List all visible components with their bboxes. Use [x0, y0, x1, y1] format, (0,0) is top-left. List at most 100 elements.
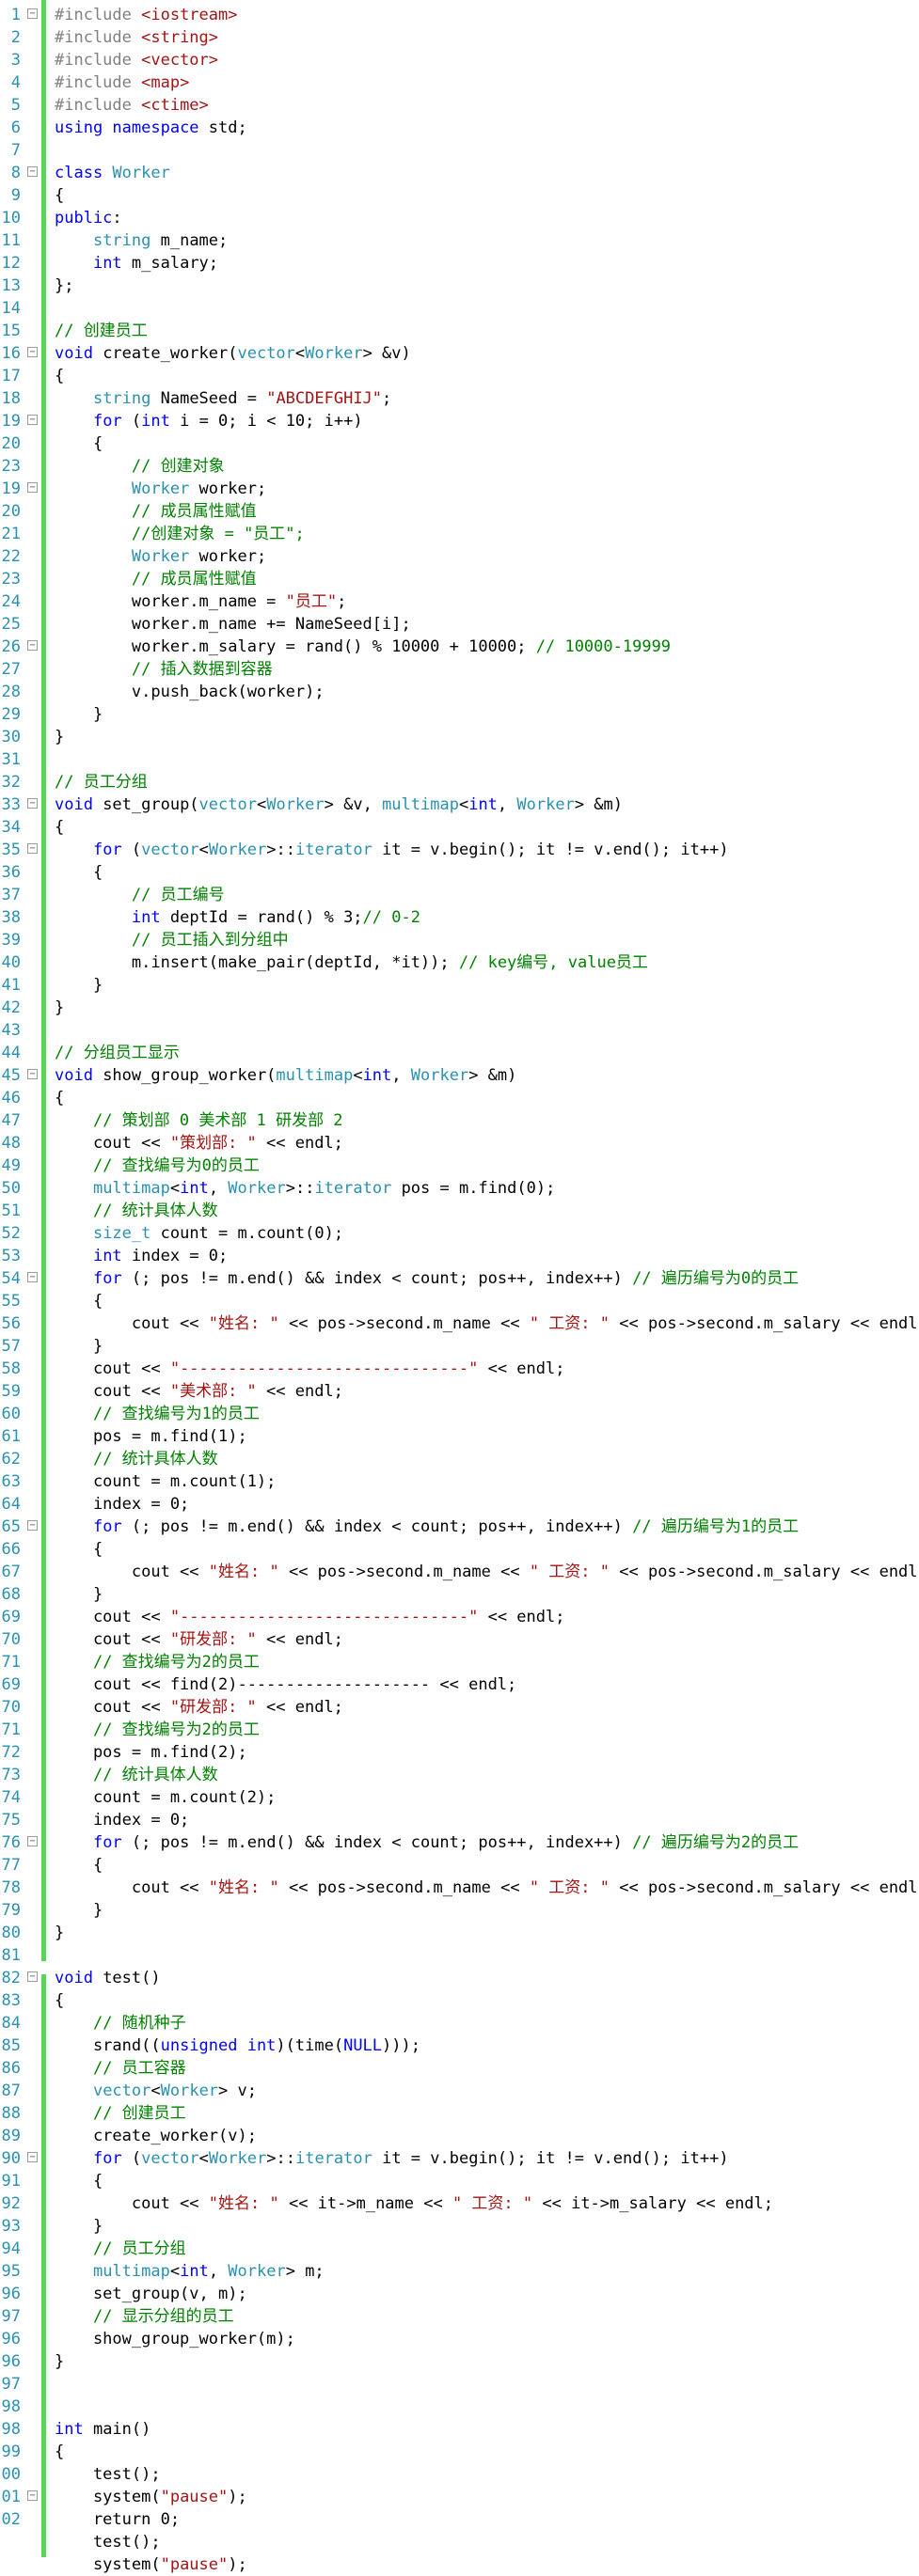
code-line[interactable]: 74 count = m.count(2); [0, 1786, 919, 1809]
code-line[interactable]: 02 return 0; [0, 2508, 919, 2531]
code-line[interactable]: 33− void set_group(vector<Worker> &v, mul… [0, 793, 919, 816]
code-line[interactable]: 83 { [0, 1989, 919, 2012]
code-line[interactable]: 14 [0, 297, 919, 320]
code-line[interactable]: 96 show_group_worker(m); [0, 2328, 919, 2350]
code-line[interactable]: 51 // 统计具体人数 [0, 1200, 919, 1222]
code-line[interactable]: 49 // 查找编号为0的员工 [0, 1154, 919, 1177]
code-line[interactable]: 64 index = 0; [0, 1493, 919, 1516]
code-line[interactable]: 9{ [0, 184, 919, 207]
code-line[interactable]: 40 m.insert(make_pair(deptId, *it)); // … [0, 951, 919, 974]
code-line[interactable]: 93 } [0, 2215, 919, 2238]
code-line[interactable]: 10 public: [0, 207, 919, 229]
code-line[interactable]: 23 // 成员属性赋值 [0, 568, 919, 590]
collapse-icon[interactable]: − [27, 1971, 38, 1982]
code-line[interactable]: 17 { [0, 365, 919, 387]
code-line[interactable]: 26− worker.m_salary = rand() % 10000 + 1… [0, 636, 919, 658]
collapse-icon[interactable]: − [27, 1520, 38, 1531]
code-line[interactable]: 99 { [0, 2441, 919, 2463]
code-line[interactable]: 73 // 统计具体人数 [0, 1764, 919, 1786]
code-line[interactable]: 97 // 显示分组的员工 [0, 2305, 919, 2328]
code-line[interactable]: 80} [0, 1922, 919, 1944]
collapse-icon[interactable]: − [27, 415, 38, 425]
code-line[interactable]: 89 create_worker(v); [0, 2125, 919, 2147]
code-line[interactable]: 7 [0, 139, 919, 162]
code-line[interactable]: 5 #include <ctime> [0, 94, 919, 117]
code-line[interactable]: 86 // 员工容器 [0, 2057, 919, 2080]
code-line[interactable]: 24 worker.m_name = "员工"; [0, 590, 919, 613]
code-line[interactable]: 34 { [0, 816, 919, 839]
code-line[interactable]: 19− for (int i = 0; i < 10; i++) [0, 410, 919, 432]
code-line[interactable]: 65− for (; pos != m.end() && index < cou… [0, 1516, 919, 1538]
code-line[interactable]: 21 //创建对象 = "员工"; [0, 523, 919, 545]
code-line[interactable]: 01− system("pause"); [0, 2486, 919, 2508]
code-line[interactable]: 28 v.push_back(worker); [0, 681, 919, 703]
code-line[interactable]: 16− void create_worker(vector<Worker> &v) [0, 342, 919, 365]
code-line[interactable]: 82− void test() [0, 1967, 919, 1989]
code-line[interactable]: 47 // 策划部 0 美术部 1 研发部 2 [0, 1109, 919, 1132]
code-line[interactable]: 2 #include <string> [0, 26, 919, 49]
collapse-icon[interactable]: − [27, 798, 38, 809]
code-line[interactable]: 39 // 员工插入到分组中 [0, 929, 919, 951]
code-line[interactable]: 45− void show_group_worker(multimap<int, … [0, 1064, 919, 1087]
code-line[interactable]: 84 // 随机种子 [0, 2012, 919, 2034]
code-line[interactable]: test(); [0, 2531, 919, 2553]
code-line[interactable]: 81 [0, 1944, 919, 1967]
code-line[interactable]: 6 using namespace std; [0, 117, 919, 139]
code-line[interactable]: 23 // 创建对象 [0, 455, 919, 478]
code-line[interactable]: 52 size_t count = m.count(0); [0, 1222, 919, 1245]
code-line[interactable]: 1− #include <iostream> [0, 4, 919, 26]
code-line[interactable]: 59 cout << "美术部: " << endl; [0, 1380, 919, 1403]
code-line[interactable]: 98 int main() [0, 2418, 919, 2441]
collapse-icon[interactable]: − [27, 347, 38, 357]
code-line[interactable]: 61 pos = m.find(1); [0, 1425, 919, 1448]
code-line[interactable]: 88 // 创建员工 [0, 2102, 919, 2125]
collapse-icon[interactable]: − [27, 1836, 38, 1846]
code-line[interactable]: 12 int m_salary; [0, 252, 919, 275]
code-line[interactable]: 60 // 查找编号为1的员工 [0, 1403, 919, 1425]
code-line[interactable]: 22 Worker worker; [0, 545, 919, 568]
code-line[interactable]: 91 { [0, 2170, 919, 2192]
code-line[interactable]: 71 // 查找编号为2的员工 [0, 1651, 919, 1673]
code-line[interactable]: 35− for (vector<Worker>::iterator it = v… [0, 839, 919, 861]
code-line[interactable]: 56 cout << "姓名: " << pos->second.m_name … [0, 1312, 919, 1335]
code-line[interactable]: 29 } [0, 703, 919, 726]
code-line[interactable]: 11 string m_name; [0, 229, 919, 252]
code-line[interactable]: 50 multimap<int, Worker>::iterator pos =… [0, 1177, 919, 1200]
code-line[interactable]: 97 [0, 2373, 919, 2395]
code-line[interactable]: 63 count = m.count(1); [0, 1470, 919, 1493]
code-line[interactable]: 27 // 插入数据到容器 [0, 658, 919, 681]
code-line[interactable]: 30} [0, 726, 919, 748]
code-line[interactable]: 32 // 员工分组 [0, 771, 919, 793]
code-line[interactable]: 95 multimap<int, Worker> m; [0, 2260, 919, 2283]
collapse-icon[interactable]: − [27, 640, 38, 651]
code-line[interactable]: 42} [0, 997, 919, 1019]
code-line[interactable]: 71 // 查找编号为2的员工 [0, 1719, 919, 1741]
code-line[interactable]: 96 set_group(v, m); [0, 2283, 919, 2305]
collapse-icon[interactable]: − [27, 8, 38, 19]
code-line[interactable]: 8− class Worker [0, 162, 919, 184]
collapse-icon[interactable]: − [27, 1272, 38, 1282]
code-line[interactable]: 54− for (; pos != m.end() && index < cou… [0, 1267, 919, 1290]
code-line[interactable]: 13}; [0, 275, 919, 297]
code-line[interactable]: 77 { [0, 1854, 919, 1877]
code-line[interactable]: 78 cout << "姓名: " << pos->second.m_name … [0, 1877, 919, 1899]
code-line[interactable]: 69 cout << "----------------------------… [0, 1606, 919, 1628]
code-line[interactable]: 20 { [0, 432, 919, 455]
code-line[interactable]: 3 #include <vector> [0, 49, 919, 71]
collapse-icon[interactable]: − [27, 1069, 38, 1079]
code-line[interactable]: 55 { [0, 1290, 919, 1312]
code-line[interactable]: 46 { [0, 1087, 919, 1109]
code-line[interactable]: 96} [0, 2350, 919, 2373]
code-line[interactable]: 62 // 统计具体人数 [0, 1448, 919, 1470]
code-line[interactable]: 68 } [0, 1583, 919, 1606]
code-line[interactable]: 41 } [0, 974, 919, 997]
code-line[interactable]: 98 [0, 2395, 919, 2418]
code-line[interactable]: 67 cout << "姓名: " << pos->second.m_name … [0, 1561, 919, 1583]
code-line[interactable]: 85 srand((unsigned int)(time(NULL))); [0, 2034, 919, 2057]
code-line[interactable]: 92 cout << "姓名: " << it->m_name << " 工资:… [0, 2192, 919, 2215]
collapse-icon[interactable]: − [27, 843, 38, 854]
code-line[interactable]: 76− for (; pos != m.end() && index < cou… [0, 1831, 919, 1854]
code-line[interactable]: 37 // 员工编号 [0, 884, 919, 906]
code-line[interactable]: 15 // 创建员工 [0, 320, 919, 342]
code-line[interactable]: 53 int index = 0; [0, 1245, 919, 1267]
